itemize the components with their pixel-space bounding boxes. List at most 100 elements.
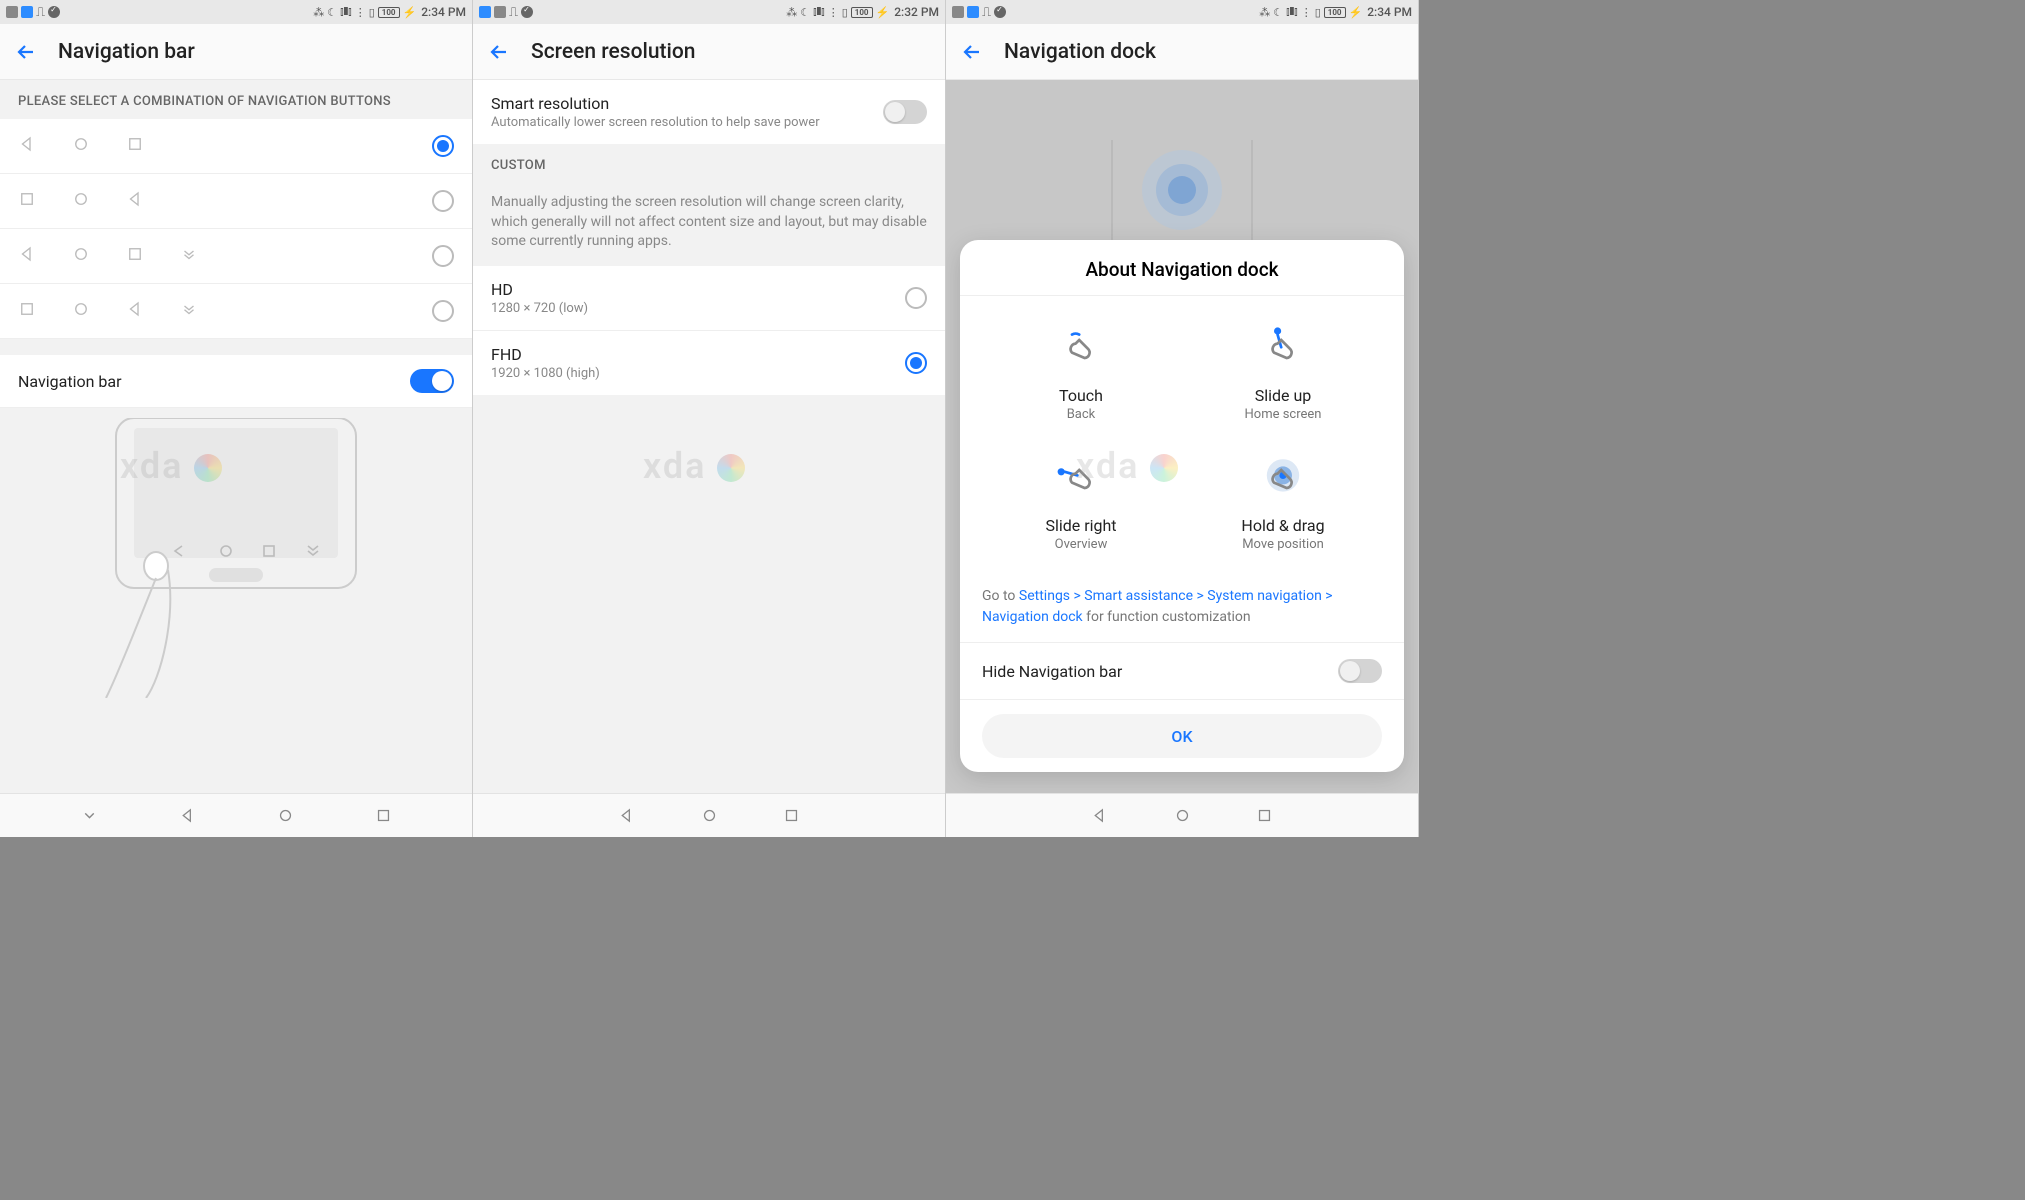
ok-button[interactable]: OK [982,714,1382,758]
gesture-hold-drag: Hold & dragMove position [1182,452,1384,552]
wifi-icon: ⋮ [1301,6,1312,19]
back-icon [18,245,36,267]
res-sub: 1920 × 1080 (high) [491,366,895,381]
nav-home-icon[interactable] [701,807,718,824]
gesture-icon [1182,322,1384,380]
nav-back-icon[interactable] [179,807,196,824]
hide-nav-label: Hide Navigation bar [982,662,1122,681]
wifi-icon: ⋮ [828,6,839,19]
charging-icon: ⚡ [876,6,890,19]
gesture-icon [980,322,1182,380]
smart-resolution-toggle[interactable] [883,100,927,124]
back-icon[interactable] [960,40,984,64]
gesture-title: Slide up [1182,386,1384,405]
nav-recent-icon[interactable] [1256,807,1273,824]
navigation-bar-toggle-row[interactable]: Navigation bar [0,355,472,408]
smart-resolution-row[interactable]: Smart resolution Automatically lower scr… [473,80,945,144]
vibrate-icon: ⫾❚⫾ [1286,5,1298,19]
activity-icon [952,6,964,18]
cloud-icon [21,6,33,18]
status-bar: ⎍ ⁂ ☾ ⫾❚⫾ ⋮ ▯ 100 ⚡ 2:34 PM [946,0,1418,24]
resolution-option-fhd[interactable]: FHD1920 × 1080 (high) [473,331,945,395]
usb-icon: ⎍ [982,5,991,20]
header: Screen resolution [473,24,945,80]
home-icon [72,190,90,212]
hide-navigation-bar-row[interactable]: Hide Navigation bar [960,642,1404,700]
nav-combo-option-3[interactable] [0,284,472,339]
nav-combo-option-2[interactable] [0,229,472,284]
nav-recent-icon[interactable] [783,807,800,824]
content[interactable]: xda Smart resolution Automatically lower… [473,80,945,793]
back-icon [126,190,144,212]
page-title: Screen resolution [531,40,696,64]
nav-back-icon[interactable] [1091,807,1108,824]
system-nav-bar [946,793,1418,837]
settings-path-hint: Go to Settings > Smart assistance > Syst… [960,572,1404,642]
back-icon[interactable] [14,40,38,64]
recent-icon [18,190,36,212]
cloud-icon [479,6,491,18]
home-icon [72,245,90,267]
bluetooth-icon: ⁂ [313,6,324,19]
home-icon [72,135,90,157]
collapse-icon[interactable] [81,807,98,824]
gesture-icon [980,452,1182,510]
back-icon[interactable] [487,40,511,64]
battery-icon: 100 [851,7,873,18]
combo-icons [18,300,432,322]
usb-icon: ⎍ [509,5,518,20]
combo-radio[interactable] [432,135,454,157]
cloud-icon [967,6,979,18]
screen-navigation-dock: ⎍ ⁂ ☾ ⫾❚⫾ ⋮ ▯ 100 ⚡ 2:34 PM Navigation d… [946,0,1419,837]
status-time: 2:32 PM [894,5,939,19]
dnd-icon: ☾ [1273,6,1283,19]
dnd-icon: ☾ [327,6,337,19]
combo-radio[interactable] [432,300,454,322]
page-title: Navigation dock [1004,40,1156,64]
activity-icon [6,6,18,18]
check-icon [521,6,533,18]
nav-combo-option-0[interactable] [0,119,472,174]
gesture-sub: Move position [1182,537,1384,552]
combo-icons [18,190,432,212]
system-nav-bar [473,793,945,837]
section-header: PLEASE SELECT A COMBINATION OF NAVIGATIO… [0,80,472,119]
nav-back-icon[interactable] [618,807,635,824]
custom-desc: Manually adjusting the screen resolution… [473,183,945,266]
dnd-icon: ☾ [800,6,810,19]
header: Navigation dock [946,24,1418,80]
resolution-option-hd[interactable]: HD1280 × 720 (low) [473,266,945,331]
usb-icon: ⎍ [36,5,45,20]
sim-icon: ▯ [1315,6,1321,19]
nav-recent-icon[interactable] [375,807,392,824]
nav-home-icon[interactable] [1174,807,1191,824]
content: xda About Navigation dock TouchBackSlide… [946,80,1418,793]
charging-icon: ⚡ [1349,6,1363,19]
notif-icon [180,245,198,267]
gesture-slide-right: Slide rightOverview [980,452,1182,552]
res-radio[interactable] [905,287,927,309]
about-navigation-dock-modal: About Navigation dock TouchBackSlide upH… [960,240,1404,772]
bluetooth-icon: ⁂ [1259,6,1270,19]
modal-title: About Navigation dock [960,258,1404,296]
recent-icon [126,135,144,157]
vibrate-icon: ⫾❚⫾ [813,5,825,19]
notif-icon [180,300,198,322]
hide-nav-toggle[interactable] [1338,659,1382,683]
nav-home-icon[interactable] [277,807,294,824]
check-icon [994,6,1006,18]
status-bar: ⎍ ⁂ ☾ ⫾❚⫾ ⋮ ▯ 100 ⚡ 2:32 PM [473,0,945,24]
screen-screen-resolution: ⎍ ⁂ ☾ ⫾❚⫾ ⋮ ▯ 100 ⚡ 2:32 PM Screen resol… [473,0,946,837]
activity-icon [494,6,506,18]
combo-radio[interactable] [432,190,454,212]
smart-resolution-sub: Automatically lower screen resolution to… [491,115,873,130]
res-radio[interactable] [905,352,927,374]
navigation-bar-toggle[interactable] [410,369,454,393]
gesture-title: Touch [980,386,1182,405]
nav-combo-option-1[interactable] [0,174,472,229]
combo-radio[interactable] [432,245,454,267]
res-sub: 1280 × 720 (low) [491,301,895,316]
gesture-icon [1182,452,1384,510]
recent-icon [18,300,36,322]
content[interactable]: xda PLEASE SELECT A COMBINATION OF NAVIG… [0,80,472,793]
